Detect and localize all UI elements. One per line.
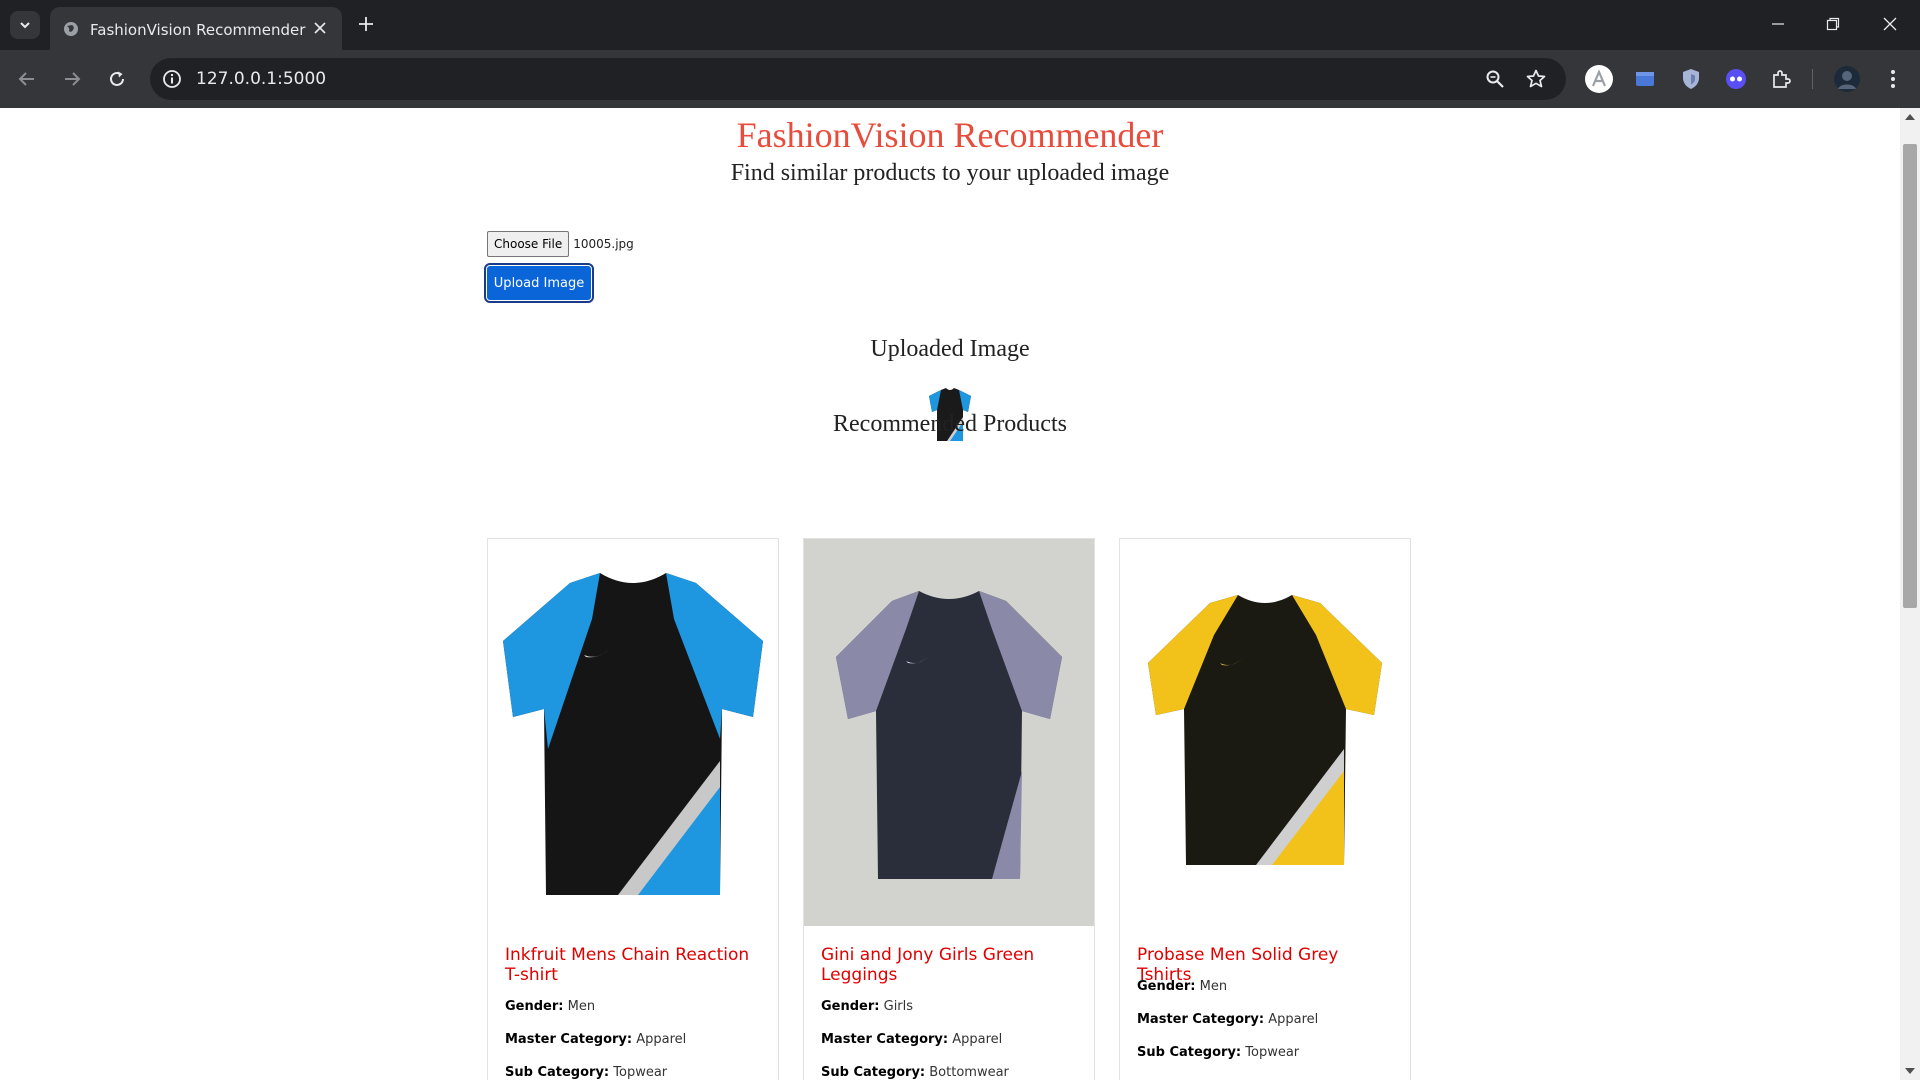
window-icon [1636, 72, 1654, 86]
product-image[interactable] [804, 539, 1094, 926]
extension-mask-button[interactable] [1721, 64, 1751, 94]
tab-search-button[interactable] [10, 11, 40, 39]
gender-value: Girls [883, 999, 914, 1014]
tab-close-button[interactable] [310, 18, 330, 38]
zoom-button[interactable] [1484, 68, 1506, 90]
product-image[interactable] [488, 539, 778, 926]
product-gender: Gender: Men [1137, 979, 1227, 994]
page-title: FashionVision Recommender [736, 115, 1164, 155]
zoom-icon [1486, 70, 1504, 88]
reload-icon [110, 71, 124, 86]
profile-button[interactable] [1832, 64, 1862, 94]
product-card[interactable]: Gini and Jony Girls Green Leggings Gende… [803, 538, 1095, 1080]
product-master-category: Master Category: Apparel [821, 1032, 1002, 1047]
mask-icon [1726, 69, 1746, 89]
product-sub-category: Sub Category: Topwear [505, 1065, 667, 1080]
selected-file-name: 10005.jpg [573, 237, 634, 251]
close-window-button[interactable] [1876, 12, 1904, 36]
scroll-thumb[interactable] [1903, 144, 1917, 608]
sub-category-label: Sub Category: [505, 1065, 610, 1080]
product-card[interactable]: Probase Men Solid Grey Tshirts Gender: M… [1119, 538, 1411, 1080]
minimize-icon [1772, 23, 1784, 25]
master-category-value: Apparel [1268, 1012, 1319, 1027]
arrow-left-icon [18, 72, 34, 86]
uploaded-image-heading: Uploaded Image [870, 336, 1030, 362]
star-icon [1526, 69, 1546, 88]
restore-icon [1826, 17, 1840, 31]
plus-icon [359, 17, 373, 31]
avatar [1834, 66, 1860, 92]
more-vertical-icon [1891, 70, 1895, 88]
page-scrollbar[interactable] [1900, 108, 1920, 1080]
browser-tab[interactable]: FashionVision Recommender [50, 7, 342, 50]
info-icon[interactable] [162, 69, 182, 89]
bookmark-button[interactable] [1525, 68, 1547, 90]
file-input[interactable]: Choose File 10005.jpg [487, 231, 634, 257]
browser-toolbar: 127.0.0.1:5000 [0, 50, 1920, 108]
sub-category-value: Topwear [613, 1065, 668, 1080]
master-category-label: Master Category: [1137, 1012, 1265, 1027]
sub-category-label: Sub Category: [1137, 1045, 1242, 1060]
scroll-down-arrow[interactable] [1905, 1068, 1915, 1074]
product-sub-category: Sub Category: Bottomwear [821, 1065, 1009, 1080]
master-category-value: Apparel [952, 1032, 1003, 1047]
shield-icon [1683, 69, 1699, 89]
page-subtitle: Find similar products to your uploaded i… [730, 160, 1170, 186]
gender-label: Gender: [1137, 979, 1196, 994]
globe-icon [64, 22, 78, 36]
back-button[interactable] [14, 66, 40, 92]
extension-a-button[interactable] [1584, 64, 1614, 94]
product-sub-category: Sub Category: Topwear [1137, 1045, 1299, 1060]
puzzle-piece-icon [1773, 70, 1791, 88]
product-master-category: Master Category: Apparel [505, 1032, 686, 1047]
product-name[interactable]: Gini and Jony Girls Green Leggings [821, 945, 1077, 985]
recommended-products-heading: Recommended Products [833, 411, 1067, 437]
extension-shield-button[interactable] [1676, 64, 1706, 94]
sub-category-value: Bottomwear [929, 1065, 1009, 1080]
close-icon [314, 22, 326, 34]
master-category-label: Master Category: [821, 1032, 949, 1047]
browser-menu-button[interactable] [1878, 64, 1908, 94]
browser-tab-bar: FashionVision Recommender [0, 0, 1920, 50]
upload-image-button[interactable]: Upload Image [484, 263, 594, 303]
tab-title: FashionVision Recommender [90, 21, 306, 39]
product-name[interactable]: Inkfruit Mens Chain Reaction T-shirt [505, 945, 761, 985]
gender-label: Gender: [505, 999, 564, 1014]
chevron-down-icon [20, 22, 30, 29]
url-text[interactable]: 127.0.0.1:5000 [196, 69, 326, 89]
arrow-right-icon [65, 72, 81, 86]
restore-button[interactable] [1819, 12, 1847, 36]
product-card[interactable]: Inkfruit Mens Chain Reaction T-shirt Gen… [487, 538, 779, 1080]
new-tab-button[interactable] [354, 12, 378, 36]
product-image[interactable] [1120, 539, 1410, 926]
scroll-up-arrow[interactable] [1905, 114, 1915, 120]
product-master-category: Master Category: Apparel [1137, 1012, 1318, 1027]
gender-label: Gender: [821, 999, 880, 1014]
address-bar[interactable]: 127.0.0.1:5000 [150, 58, 1566, 100]
product-gender: Gender: Men [505, 999, 595, 1014]
page-viewport: FashionVision Recommender Find similar p… [0, 108, 1900, 1080]
sub-category-value: Topwear [1245, 1045, 1300, 1060]
master-category-label: Master Category: [505, 1032, 633, 1047]
reload-button[interactable] [104, 66, 130, 92]
choose-file-button[interactable]: Choose File [487, 231, 570, 257]
product-gender: Gender: Girls [821, 999, 913, 1014]
extensions-menu-button[interactable] [1766, 64, 1796, 94]
extension-window-button[interactable] [1630, 64, 1660, 94]
gender-value: Men [1199, 979, 1228, 994]
gender-value: Men [567, 999, 596, 1014]
letter-a-logo-icon [1585, 65, 1613, 93]
forward-button[interactable] [59, 66, 85, 92]
toolbar-divider [1812, 69, 1813, 89]
minimize-button[interactable] [1764, 12, 1792, 36]
close-icon [1883, 17, 1897, 31]
sub-category-label: Sub Category: [821, 1065, 926, 1080]
master-category-value: Apparel [636, 1032, 687, 1047]
